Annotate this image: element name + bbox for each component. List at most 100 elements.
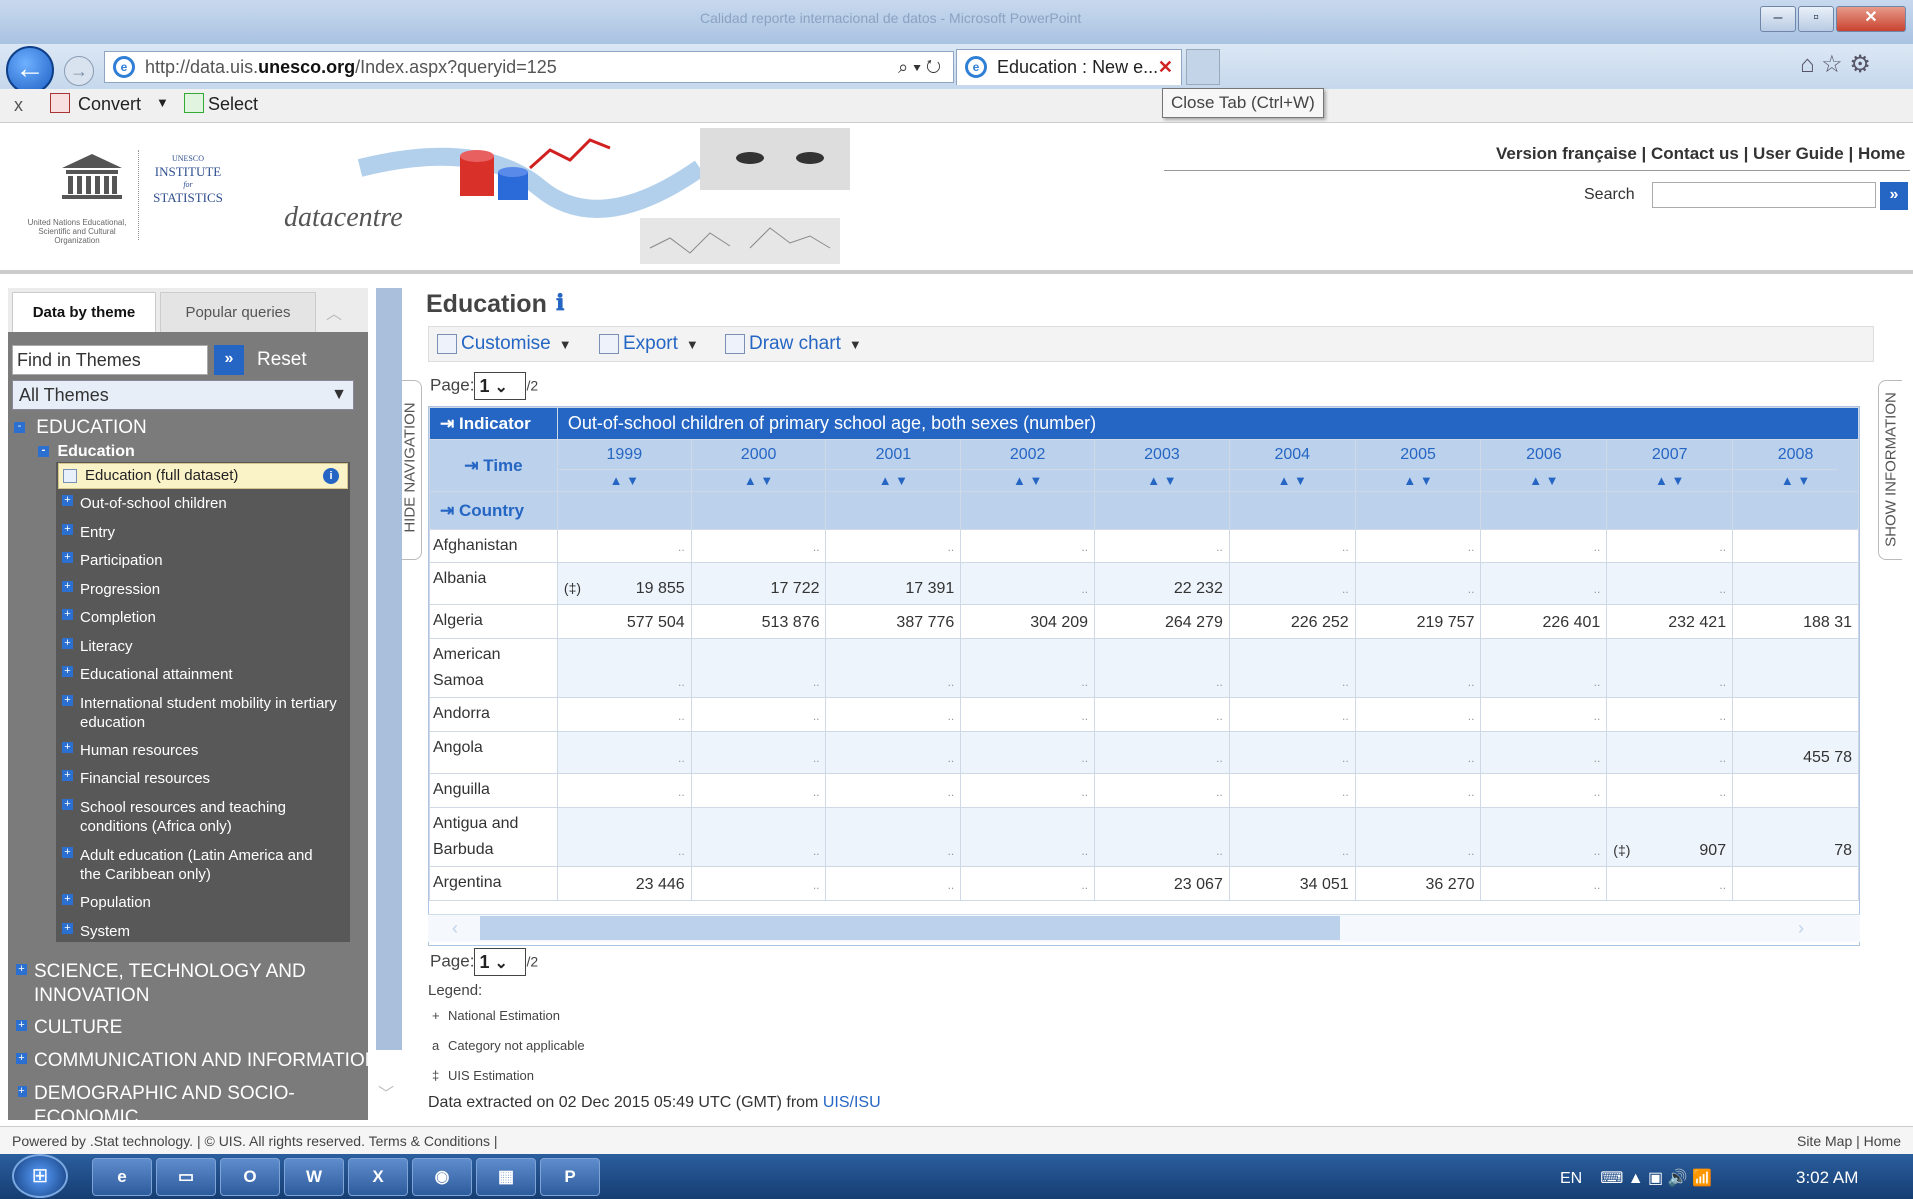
tree-item[interactable]: + Progression: [62, 580, 160, 599]
reset-button[interactable]: Reset: [257, 349, 307, 371]
cell-value: ..: [947, 709, 955, 723]
folder-icon[interactable]: ▭: [156, 1158, 216, 1196]
show-information-toggle[interactable]: SHOW INFORMATION: [1878, 380, 1902, 560]
category-communication[interactable]: + COMMUNICATION AND INFORMATION: [16, 1049, 378, 1073]
draw-chart-button[interactable]: Draw chart ▼: [725, 333, 862, 355]
info-icon[interactable]: ℹ: [556, 290, 572, 315]
export-button[interactable]: Export ▼: [599, 333, 699, 355]
find-in-themes-input[interactable]: Find in Themes: [12, 345, 208, 375]
horizontal-scrollbar-thumb[interactable]: [480, 916, 1340, 940]
excel-icon[interactable]: X: [348, 1158, 408, 1196]
tree-item[interactable]: + System: [62, 922, 130, 941]
tab-popular-queries[interactable]: Popular queries: [160, 292, 316, 332]
tab-data-by-theme[interactable]: Data by theme: [12, 292, 156, 332]
clock[interactable]: 3:02 AM: [1796, 1168, 1858, 1188]
cell-value: ..: [1216, 709, 1223, 723]
app-icon[interactable]: ▦: [476, 1158, 536, 1196]
tree-item[interactable]: + Educational attainment: [62, 665, 233, 684]
sort-arrows-icon[interactable]: ▲ ▼: [1354, 469, 1482, 492]
table-row: Algeria 577 504 513 876 387 776 304 209 264 2…: [429, 604, 1859, 639]
top-links[interactable]: Version française | Contact us | User Gu…: [1496, 144, 1905, 164]
scroll-right-icon[interactable]: ›: [1798, 918, 1804, 939]
sidebar-scrollbar[interactable]: [376, 288, 402, 1050]
category-science[interactable]: + SCIENCE, TECHNOLOGY AND INNOVATION: [16, 960, 358, 1008]
maximize-button[interactable]: ▫: [1798, 6, 1834, 32]
table-row: Angola.................. 455 78: [429, 731, 1859, 774]
convert-dropdown-icon[interactable]: ▼: [156, 95, 169, 110]
tree-item[interactable]: + Completion: [62, 608, 156, 627]
sidebar-scroll-down-icon[interactable]: ﹀: [378, 1080, 394, 1104]
scroll-left-icon[interactable]: ‹: [452, 918, 458, 939]
uis-link[interactable]: UIS/ISU: [823, 1094, 881, 1111]
all-themes-select[interactable]: All Themes ▼: [12, 380, 354, 410]
site-search-input[interactable]: [1652, 182, 1876, 208]
word-icon[interactable]: W: [284, 1158, 344, 1196]
tray-icons[interactable]: ⌨ ▲ ▣ 🔊 📶: [1600, 1170, 1712, 1187]
browser-tab[interactable]: e Education : New e... ✕: [956, 49, 1182, 85]
language-indicator[interactable]: EN: [1560, 1170, 1582, 1187]
vertical-scrollbar-thumb[interactable]: [1838, 452, 1858, 488]
sort-arrows-icon[interactable]: ▲ ▼: [556, 469, 692, 492]
convert-button[interactable]: Convert: [78, 94, 141, 115]
tree-item[interactable]: + Population: [62, 893, 151, 912]
hide-navigation-toggle[interactable]: HIDE NAVIGATION: [402, 380, 422, 560]
sort-arrows-icon[interactable]: ▲ ▼: [1480, 469, 1608, 492]
page-select[interactable]: 1 ⌄: [474, 948, 527, 976]
customise-icon: [437, 333, 457, 354]
selected-dataset-item[interactable]: Education (full dataset) i: [58, 463, 348, 489]
home-star-gear-icons[interactable]: ⌂ ☆ ⚙: [1800, 50, 1871, 79]
close-toolbar-icon[interactable]: x: [14, 95, 23, 116]
value-cell: ..: [1606, 731, 1734, 774]
cell-value: ..: [678, 751, 685, 765]
powerpoint-icon[interactable]: P: [540, 1158, 600, 1196]
sidebar-scroll-up-icon[interactable]: ︿: [326, 300, 342, 324]
ie-icon[interactable]: e: [92, 1158, 152, 1196]
close-window-button[interactable]: ✕: [1836, 6, 1906, 32]
data-extract-note: Data extracted on 02 Dec 2015 05:49 UTC …: [428, 1094, 881, 1112]
tree-item[interactable]: + Out-of-school children: [62, 494, 227, 513]
category-culture[interactable]: + CULTURE: [16, 1016, 122, 1040]
tree-item[interactable]: + Human resources: [62, 741, 198, 760]
select-button[interactable]: Select: [208, 94, 258, 115]
tree-item[interactable]: + International student mobility in terti…: [62, 694, 338, 732]
cell-value: 19 855: [635, 580, 685, 597]
tree-item[interactable]: + School resources and teaching condition…: [62, 798, 336, 836]
legend-label: National Estimation: [448, 1008, 560, 1023]
back-button[interactable]: ←: [6, 46, 54, 94]
sort-arrows-icon[interactable]: ▲ ▼: [1228, 469, 1356, 492]
tree-item-label: Educational attainment: [80, 666, 233, 683]
un-caption: United Nations Educational, Scientific a…: [27, 218, 127, 245]
tree-item[interactable]: + Participation: [62, 551, 163, 570]
country-cell: Antigua and Barbuda: [429, 807, 558, 867]
start-button[interactable]: ⊞: [12, 1154, 68, 1198]
tree-item[interactable]: + Financial resources: [62, 769, 210, 788]
address-bar[interactable]: e http://data.uis.unesco.org/Index.aspx?…: [104, 51, 954, 83]
sort-arrows-icon[interactable]: ▲ ▼: [690, 469, 827, 492]
chevron-down-icon: ⌄: [494, 379, 508, 396]
category-demographic[interactable]: + DEMOGRAPHIC AND SOCIO-ECONOMIC: [18, 1082, 318, 1120]
outlook-icon[interactable]: O: [220, 1158, 280, 1196]
country-header: ⇥ Country: [429, 491, 558, 530]
tree-item[interactable]: + Literacy: [62, 637, 133, 656]
close-tab-icon[interactable]: ✕: [1158, 50, 1173, 84]
search-refresh-icons[interactable]: ⌕ ▾ ↻: [898, 52, 941, 82]
subcategory-education[interactable]: - Education: [38, 443, 135, 461]
forward-button[interactable]: →: [64, 56, 94, 86]
tree-item[interactable]: + Adult education (Latin America and the …: [62, 846, 336, 884]
sort-arrows-icon[interactable]: ▲ ▼: [1606, 469, 1734, 492]
tree-item[interactable]: + Entry: [62, 523, 115, 542]
sort-arrows-icon[interactable]: ▲ ▼: [1094, 469, 1230, 492]
new-tab-button[interactable]: [1186, 49, 1220, 85]
site-search-button[interactable]: »: [1880, 182, 1908, 210]
footer-right[interactable]: Site Map | Home: [1797, 1127, 1901, 1155]
find-themes-button[interactable]: »: [214, 345, 244, 375]
chrome-icon[interactable]: ◉: [412, 1158, 472, 1196]
page-select[interactable]: 1 ⌄: [474, 372, 527, 400]
info-icon[interactable]: i: [323, 468, 339, 484]
sort-arrows-icon[interactable]: ▲ ▼: [960, 469, 1096, 492]
category-education[interactable]: - EDUCATION: [14, 417, 147, 439]
customise-button[interactable]: Customise ▼: [437, 333, 572, 355]
footer-left[interactable]: Powered by .Stat technology. | © UIS. Al…: [12, 1127, 498, 1155]
minimize-button[interactable]: –: [1760, 6, 1796, 32]
sort-arrows-icon[interactable]: ▲ ▼: [825, 469, 962, 492]
